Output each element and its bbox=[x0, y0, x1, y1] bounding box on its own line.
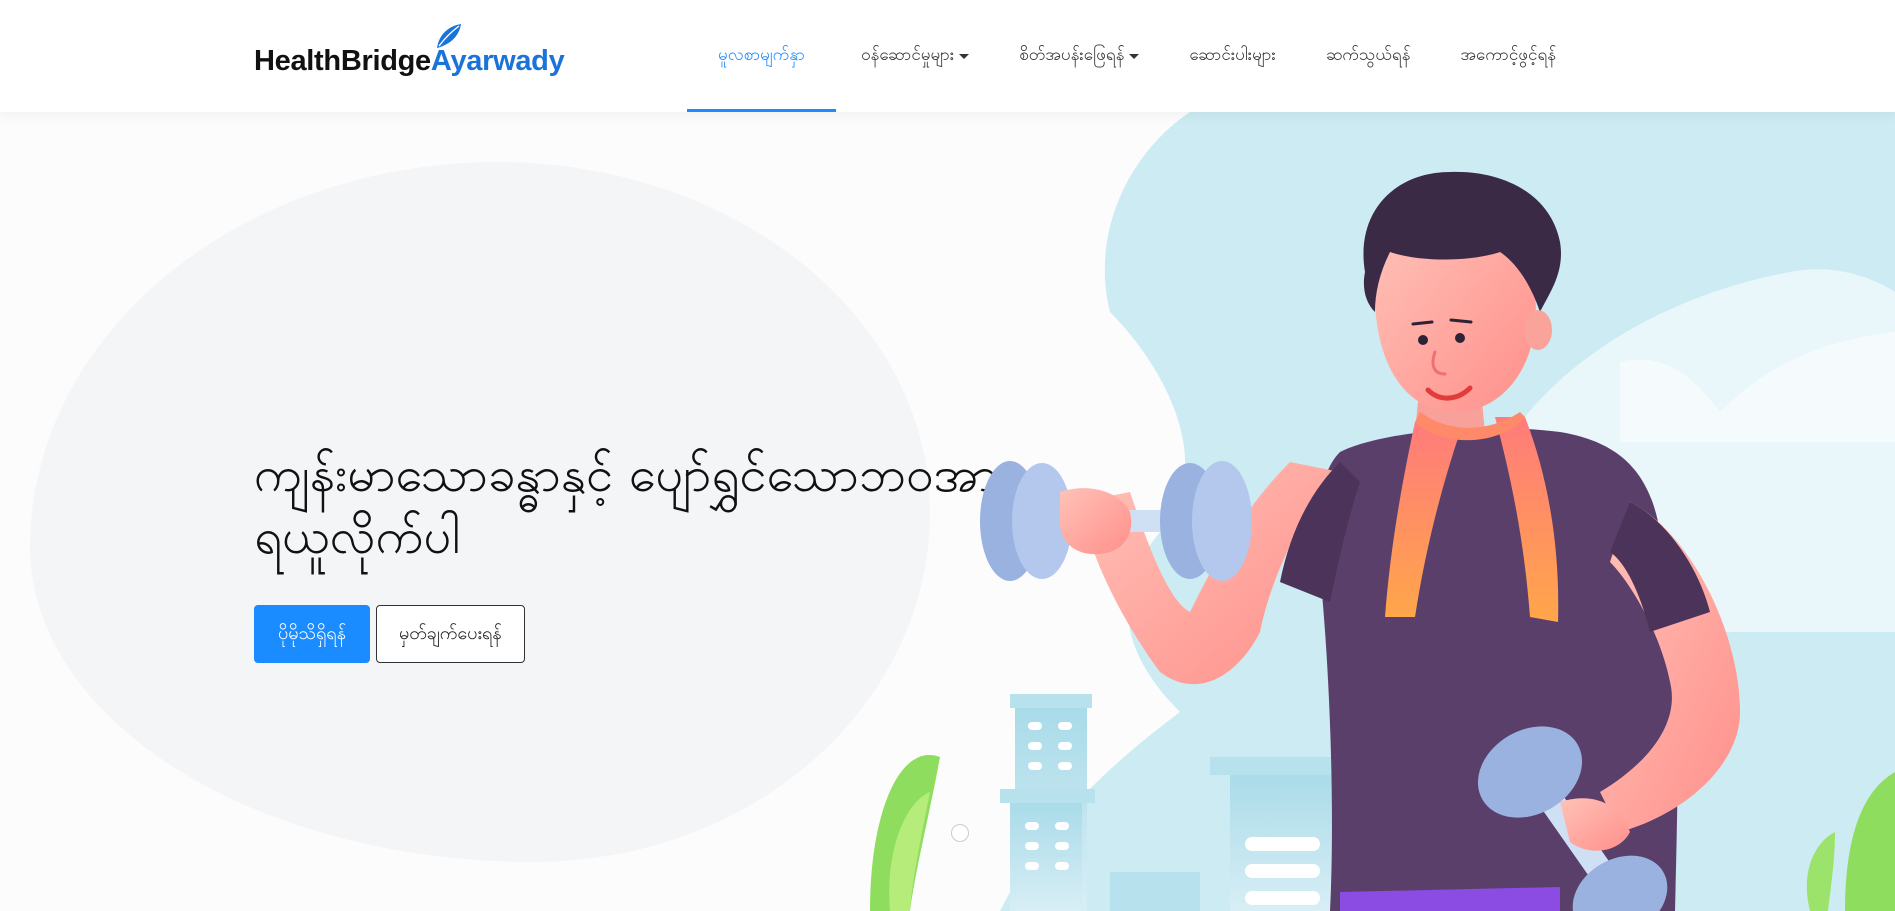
nav-item-articles[interactable]: ဆောင်းပါးများ bbox=[1164, 0, 1300, 112]
caret-down-icon bbox=[1129, 53, 1140, 59]
nav-item-label: စိတ်အပန်းဖြေရန် bbox=[1019, 44, 1125, 65]
caret-down-icon bbox=[959, 53, 970, 59]
leaf-icon bbox=[436, 24, 461, 48]
nav-item-label: အကောင့်ဖွင့်ရန် bbox=[1460, 44, 1556, 65]
nav-item-contact[interactable]: ဆက်သွယ်ရန် bbox=[1301, 0, 1436, 112]
site-header: HealthBridge Ayarwady မူလစာမျက်နှာ ဝန်ဆေ… bbox=[0, 0, 1895, 112]
brand-name-part2: Ayarwady bbox=[431, 24, 565, 76]
hero-section: ကျန်းမာသောခန္ဓာနှင့် ပျော်ရွှင်သောဘဝအား … bbox=[0, 112, 1895, 911]
hero-buttons: ပိုမိုသိရှိရန် မှတ်ချက်ပေးရန် bbox=[254, 605, 525, 663]
brand-name-part1: HealthBridge bbox=[254, 45, 431, 77]
nav-item-services[interactable]: ဝန်ဆောင်မှုများ bbox=[836, 0, 994, 112]
carousel-indicator[interactable] bbox=[951, 824, 969, 842]
nav-item-label: ဆောင်းပါးများ bbox=[1189, 44, 1276, 65]
nav-item-label: ဆက်သွယ်ရန် bbox=[1325, 44, 1411, 65]
nav-item-home[interactable]: မူလစာမျက်နှာ bbox=[687, 0, 836, 112]
nav-item-register[interactable]: အကောင့်ဖွင့်ရန် bbox=[1435, 0, 1581, 112]
main-nav: မူလစာမျက်နှာ ဝန်ဆောင်မှုများ စိတ်အပန်းဖြ… bbox=[687, 0, 1581, 112]
learn-more-button[interactable]: ပိုမိုသိရှိရန် bbox=[254, 605, 370, 663]
brand-logo[interactable]: HealthBridge Ayarwady bbox=[254, 24, 565, 77]
nav-item-label: ဝန်ဆောင်မှုများ bbox=[861, 44, 955, 65]
nav-item-label: မူလစာမျက်နှာ bbox=[717, 44, 805, 65]
feedback-button[interactable]: မှတ်ချက်ပေးရန် bbox=[375, 605, 525, 663]
fitness-illustration bbox=[870, 112, 1895, 911]
nav-item-relax[interactable]: စိတ်အပန်းဖြေရန် bbox=[994, 0, 1164, 112]
